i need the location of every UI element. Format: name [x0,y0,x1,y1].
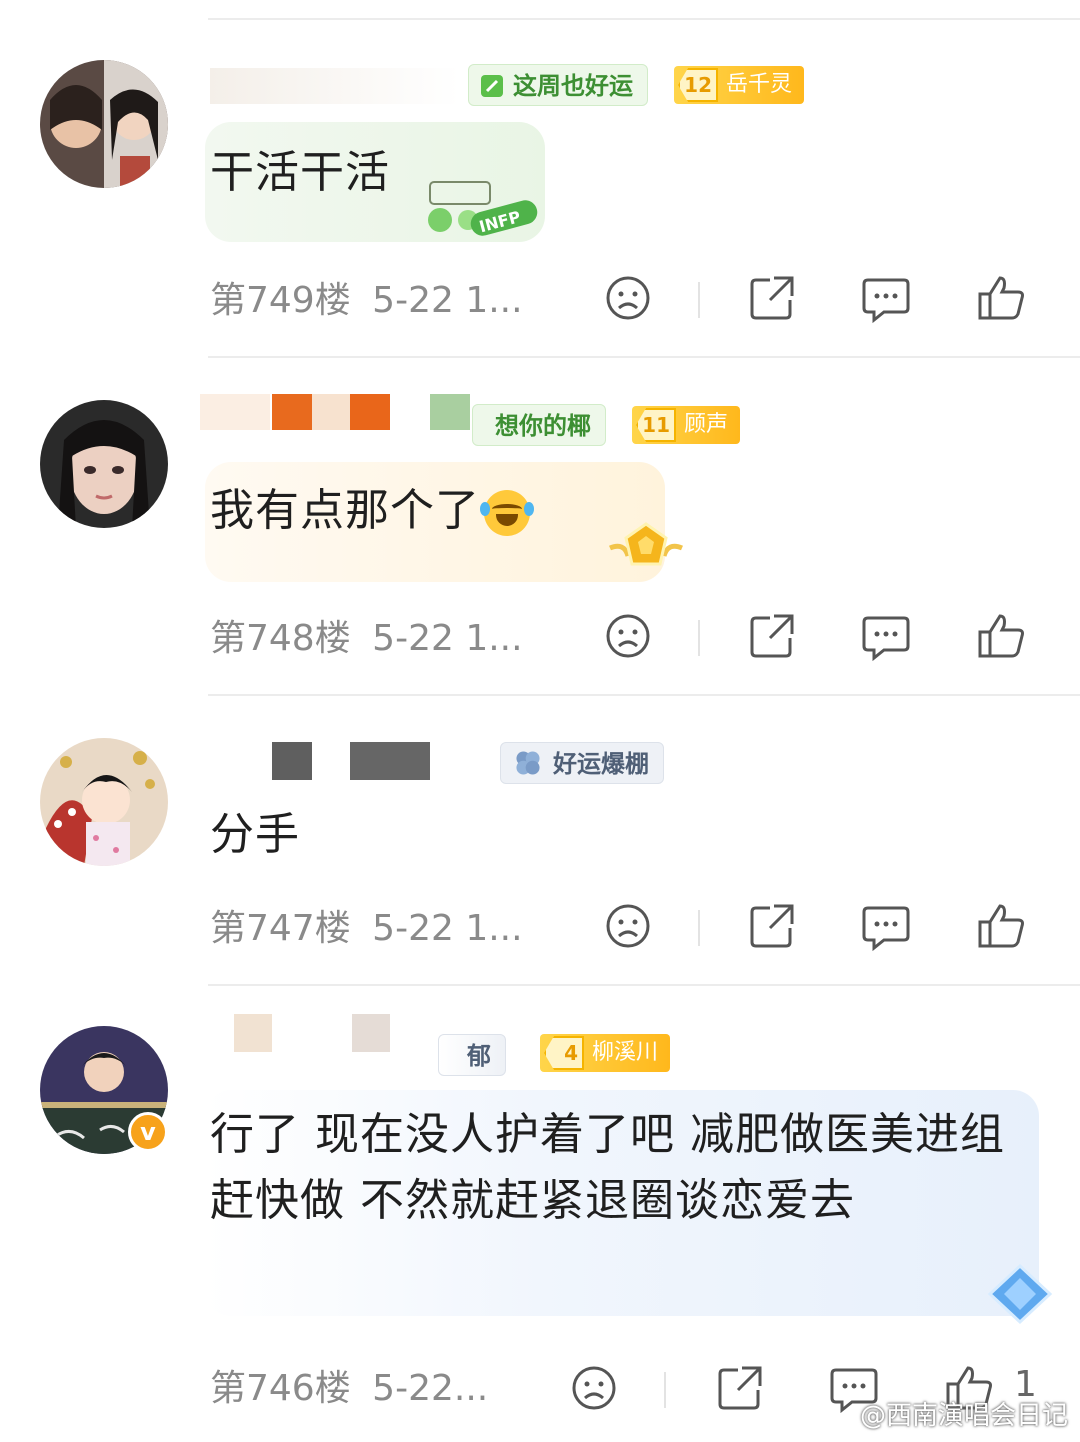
comment-icon [862,616,910,662]
watermark: @西南演唱会日记 [859,1401,1068,1431]
fan-name: 顾声 [684,412,729,437]
username-blurred [312,394,350,430]
username-blurred [210,68,460,104]
thumbs-up-icon [978,904,1024,948]
username-row[interactable]: 这周也好运 12 岳千灵 [200,62,805,112]
divider [208,984,1080,986]
sad-face-icon [606,904,650,948]
floor-number: 第748楼 [210,618,351,659]
thumbs-up-icon [978,276,1024,320]
share-icon [718,1366,762,1410]
dislike-button[interactable] [600,608,656,664]
leaf-badge-icon [481,75,503,97]
fan-level: 12 [678,68,718,102]
separator [698,910,700,946]
fan-badge[interactable]: 4 柳溪川 [540,1034,671,1072]
timestamp: 5-22... [372,1368,489,1409]
username-row[interactable]: 想你的椰 11 顾声 [200,392,800,446]
timestamp: 5-22 1... [372,280,523,321]
share-icon [750,614,794,658]
infp-sticker: INFP [420,176,540,236]
like-button[interactable] [974,898,1030,954]
share-icon [750,904,794,948]
fan-level: 11 [636,408,676,442]
dislike-button[interactable] [600,270,656,326]
floor-number: 第746楼 [210,1368,351,1409]
action-bar [600,608,1070,668]
thumbs-up-icon [978,614,1024,658]
sad-face-icon [606,276,650,320]
blue-diamond-decoration [982,1262,1058,1326]
reply-button[interactable] [858,898,914,954]
badge[interactable]: 这周也好运 [468,64,648,106]
badge-label: 好运爆棚 [553,750,649,778]
fan-badge[interactable]: 12 岳千灵 [674,66,805,104]
reply-button[interactable] [858,608,914,664]
verified-badge-icon: v [128,1112,168,1152]
comment-text: 干活干活 [210,147,390,198]
comment-text: 行了 现在没人护着了吧 减肥做医美进组赶快做 不然就赶紧退圈谈恋爱去 [210,1109,1005,1226]
separator [664,1372,666,1408]
badge[interactable]: 郁 [438,1034,506,1076]
comment-icon [862,906,910,952]
badge-label: 这周也好运 [513,72,633,100]
gold-medal-decoration [604,512,688,576]
comment-meta: 第747楼 5-22 1... [210,904,523,954]
comment-text: 分手 [210,809,300,860]
like-button[interactable] [974,608,1030,664]
floor-number: 第747楼 [210,908,351,949]
share-button[interactable] [712,1360,768,1416]
divider [208,694,1080,696]
comment-text: 我有点那个了 [210,478,534,544]
sad-face-icon [606,614,650,658]
username-blurred [234,1014,272,1052]
badge[interactable]: 好运爆棚 [500,742,664,784]
separator [698,620,700,656]
separator [698,282,700,318]
badge-label: 郁 [467,1042,491,1070]
username-blurred [272,742,312,780]
share-button[interactable] [744,608,800,664]
dislike-button[interactable] [600,898,656,954]
comment-text-content: 我有点那个了 [210,485,480,536]
username-blurred [350,394,390,430]
reply-button[interactable] [858,270,914,326]
laughing-crying-emoji-icon [480,490,534,536]
timestamp: 5-22 1... [372,908,523,949]
comment-icon [862,278,910,324]
divider [208,18,1080,20]
share-button[interactable] [744,898,800,954]
dislike-button[interactable] [566,1360,622,1416]
username-blurred [272,394,312,430]
share-icon [750,276,794,320]
badge[interactable]: 想你的椰 [472,404,606,446]
username-blurred [200,394,270,430]
action-bar [600,898,1070,958]
avatar[interactable] [40,400,168,528]
comment-meta: 第746楼 5-22... [210,1364,488,1414]
avatar[interactable] [40,738,168,866]
username-blurred [350,742,430,780]
fan-name: 柳溪川 [592,1040,659,1065]
like-button[interactable] [974,270,1030,326]
fan-level: 4 [544,1036,584,1070]
action-bar [600,270,1070,330]
floor-number: 第749楼 [210,280,351,321]
username-blurred [430,394,470,430]
comment-meta: 第748楼 5-22 1... [210,614,523,664]
clover-icon [516,751,540,775]
username-blurred [352,1014,390,1052]
badge-label: 想你的椰 [495,412,591,440]
username-row[interactable]: 好运爆棚 [200,736,800,786]
fan-name: 岳千灵 [726,72,793,97]
sad-face-icon [572,1366,616,1410]
divider [208,356,1080,358]
username-row[interactable]: 郁 4 柳溪川 [200,1012,800,1076]
comment-meta: 第749楼 5-22 1... [210,276,523,326]
timestamp: 5-22 1... [372,618,523,659]
share-button[interactable] [744,270,800,326]
avatar[interactable] [40,60,168,188]
fan-badge[interactable]: 11 顾声 [632,406,741,444]
